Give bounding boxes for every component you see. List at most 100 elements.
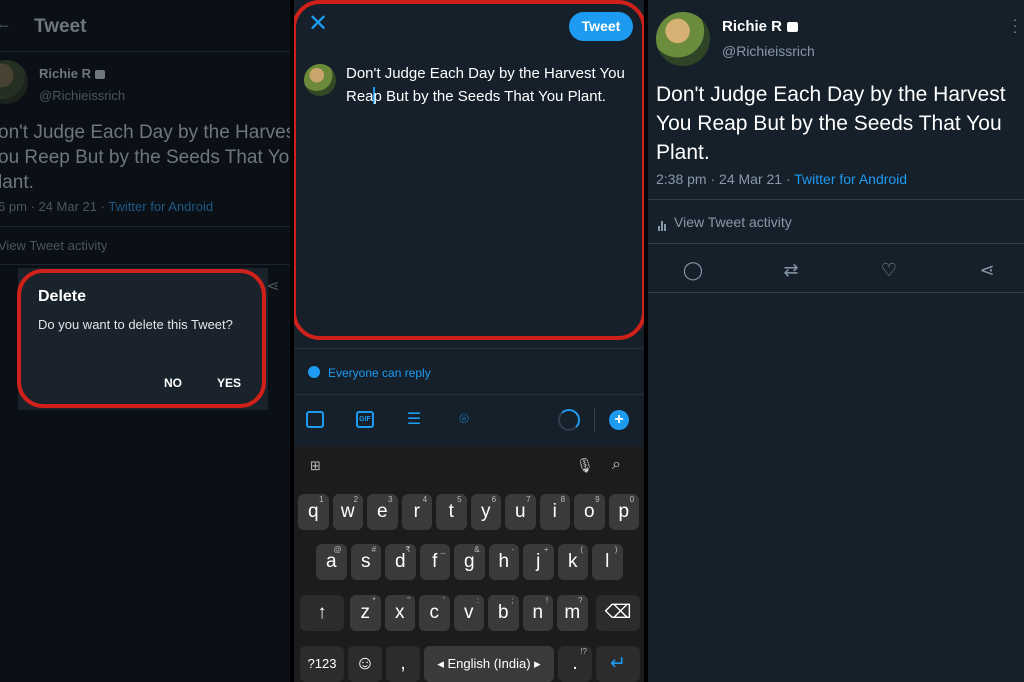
bar-chart-icon: [658, 215, 668, 231]
view-activity-link[interactable]: View Tweet activity: [658, 214, 792, 231]
key-i[interactable]: i8: [539, 494, 571, 530]
avatar: [304, 64, 336, 96]
key-hint: 2: [353, 495, 359, 504]
search-icon[interactable]: ⌕: [612, 456, 621, 474]
key-q[interactable]: q1: [298, 494, 329, 530]
key-label: p: [618, 501, 630, 522]
key-t[interactable]: t5: [436, 494, 467, 530]
key-d[interactable]: d ₹: [385, 544, 416, 580]
back-arrow-icon[interactable]: ←: [0, 13, 12, 34]
space-key[interactable]: ◂ English (India) ▸: [424, 646, 554, 682]
key-k[interactable]: k(: [557, 544, 589, 580]
divider: [0, 264, 290, 265]
header-bar: ← Tweet: [0, 0, 290, 52]
page-title: Tweet: [34, 16, 87, 37]
key-y[interactable]: y6: [470, 494, 502, 530]
location-icon[interactable]: ⌾: [454, 410, 474, 430]
key-a[interactable]: a @: [316, 544, 347, 580]
divider: [648, 199, 1024, 200]
key-hint: 5: [457, 495, 462, 504]
lock-icon: [95, 70, 106, 79]
key-hint: !: [545, 596, 549, 605]
key-p[interactable]: p0: [608, 494, 640, 530]
add-tweet-button[interactable]: +: [609, 410, 629, 430]
tweet-time: 2:38 pm · 24 Mar 21 ·: [656, 171, 795, 187]
key-label: q: [308, 501, 319, 522]
key-f[interactable]: f _: [419, 544, 451, 580]
reply-setting[interactable]: Everyone can reply: [328, 366, 431, 380]
key-x[interactable]: x ": [384, 595, 416, 631]
key-label: x: [395, 602, 405, 623]
key-label: t: [448, 501, 454, 522]
key-h[interactable]: h-: [488, 544, 520, 580]
enter-key[interactable]: ↵: [596, 646, 640, 682]
poll-icon[interactable]: ☰: [404, 410, 424, 430]
divider: [648, 292, 1024, 293]
key-label: d: [395, 551, 406, 572]
more-options-icon[interactable]: · · ·: [1012, 12, 1018, 38]
tweet-time: 6 pm · 24 Mar 21 ·: [0, 199, 109, 214]
keyboard-toolbar: ⊞ 🎙 ⌕: [294, 446, 644, 486]
key-u[interactable]: u7: [505, 494, 536, 530]
key-w[interactable]: w2: [332, 494, 364, 530]
key-n[interactable]: n!: [522, 595, 554, 631]
key-label: y: [481, 501, 491, 522]
shift-key[interactable]: ↑: [300, 595, 344, 631]
share-icon[interactable]: ⋖: [975, 258, 999, 282]
key-o[interactable]: o9: [574, 494, 605, 530]
reply-icon[interactable]: ◯: [681, 258, 705, 282]
divider: [294, 348, 644, 349]
avatar[interactable]: [656, 12, 710, 66]
key-g[interactable]: g &: [454, 544, 485, 580]
gif-icon[interactable]: GIF: [356, 411, 374, 428]
period-label: .: [572, 653, 578, 674]
key-hint: 6: [491, 495, 497, 504]
key-label: r: [413, 501, 420, 522]
retweet-icon[interactable]: ⇄: [779, 258, 803, 282]
share-icon[interactable]: ⋖: [266, 276, 279, 296]
key-label: s: [361, 551, 371, 572]
key-z[interactable]: z *: [350, 595, 381, 631]
apps-grid-icon[interactable]: ⊞: [310, 459, 324, 473]
key-hint: ;: [511, 596, 514, 605]
key-s[interactable]: s #: [350, 544, 382, 580]
tweet-meta: 2:38 pm · 24 Mar 21 · Twitter for Androi…: [656, 171, 907, 187]
key-hint: 8: [560, 495, 566, 504]
period-key[interactable]: .!?: [558, 646, 592, 682]
tweet-source[interactable]: Twitter for Android: [794, 171, 907, 187]
symbols-key[interactable]: ?123: [300, 646, 344, 682]
key-m[interactable]: m?: [557, 595, 588, 631]
avatar[interactable]: [0, 60, 28, 104]
key-c[interactable]: c ': [419, 595, 450, 631]
tweet-source[interactable]: Twitter for Android: [108, 199, 213, 214]
key-label: u: [515, 501, 526, 522]
emoji-key[interactable]: ☺: [348, 646, 382, 682]
comma-key[interactable]: ,: [386, 646, 420, 682]
view-activity-link[interactable]: View Tweet activity: [0, 238, 107, 253]
key-j[interactable]: j +: [523, 544, 554, 580]
period-hint: !?: [580, 647, 587, 656]
key-b[interactable]: b;: [488, 595, 519, 631]
key-v[interactable]: v:: [453, 595, 485, 631]
key-hint: ': [443, 596, 445, 605]
backspace-key[interactable]: ⌫: [596, 595, 640, 631]
microphone-icon[interactable]: 🎙: [576, 457, 594, 474]
image-icon[interactable]: [306, 411, 324, 428]
close-icon[interactable]: ✕: [308, 12, 328, 36]
key-r[interactable]: r4: [401, 494, 433, 530]
like-icon[interactable]: ♡: [877, 258, 901, 282]
delete-dialog-screen: ← Tweet Richie R @Richieissrich on't Jud…: [0, 0, 290, 682]
divider: [648, 243, 1024, 244]
yes-button[interactable]: YES: [217, 376, 241, 390]
key-hint: *: [372, 596, 376, 605]
key-e[interactable]: e3: [367, 494, 398, 530]
key-label: j: [536, 551, 541, 572]
compose-textarea[interactable]: Don't Judge Each Day by the Harvest You …: [346, 62, 631, 108]
delete-dialog: Delete Do you want to delete this Tweet?…: [18, 268, 268, 410]
no-button[interactable]: NO: [164, 376, 182, 390]
key-l[interactable]: l): [592, 544, 623, 580]
tweet-button[interactable]: Tweet: [569, 12, 633, 41]
lock-icon: [787, 22, 799, 32]
key-hint: 7: [526, 495, 531, 504]
divider: [594, 407, 595, 433]
